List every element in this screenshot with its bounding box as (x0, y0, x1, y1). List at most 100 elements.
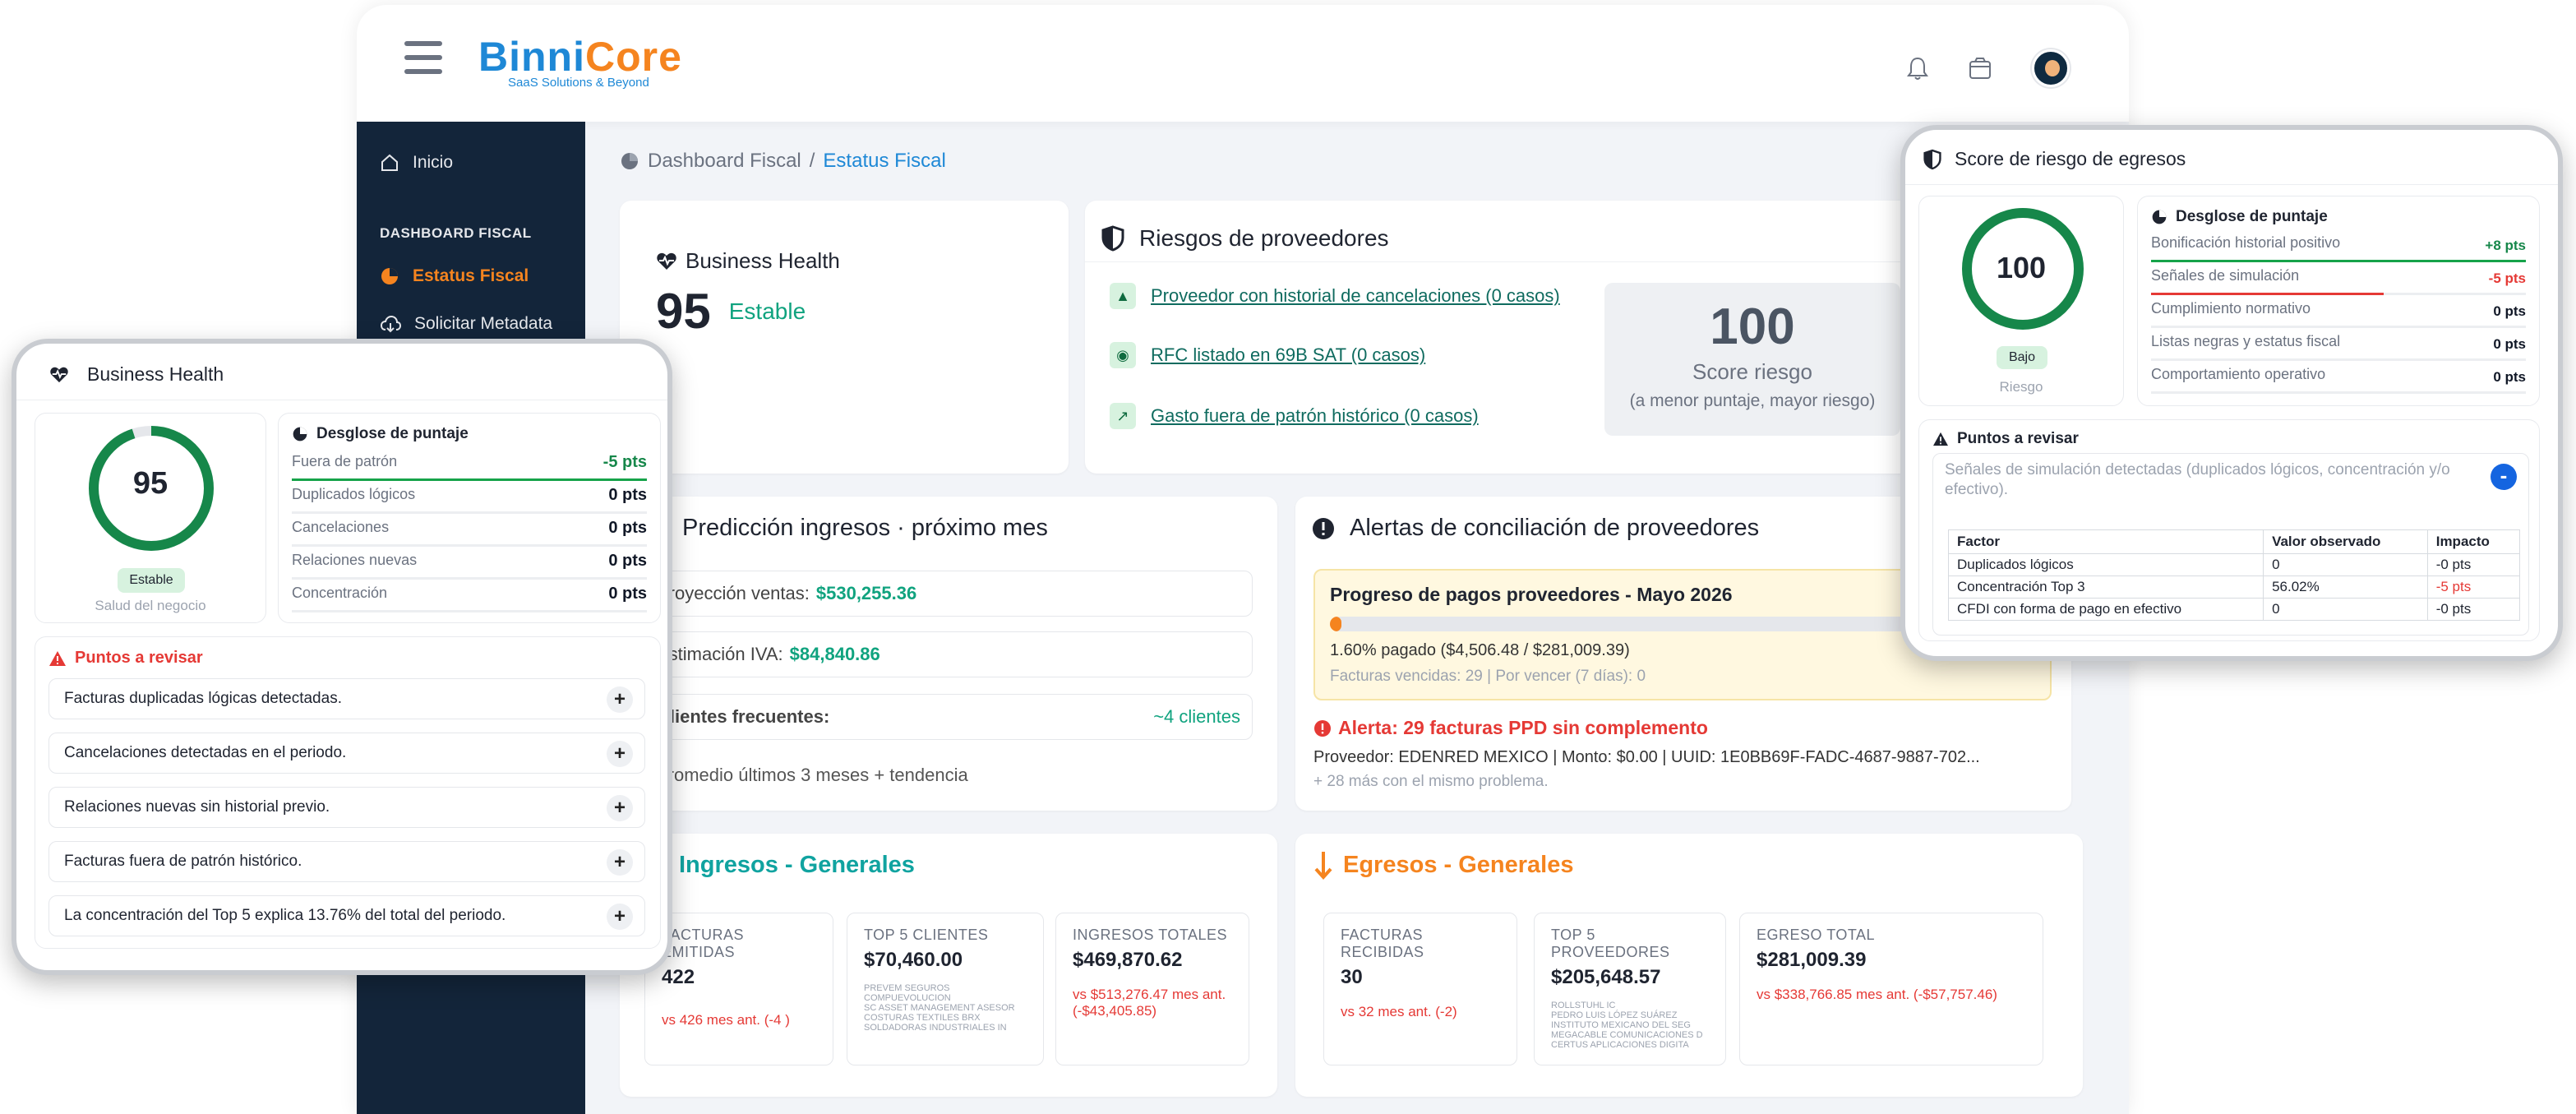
list-item: SOLDADORAS INDUSTRIALES IN (864, 1023, 1007, 1033)
table-cell: 0 (2263, 553, 2428, 576)
business-health-status: Estable (728, 298, 806, 324)
sidebar-item-label: Inicio (413, 153, 454, 172)
ppd-alert: Alerta: 29 facturas PPD sin complemento (1313, 717, 1708, 739)
brand-logo[interactable]: BinniCore SaaS Solutions & Beyond (478, 33, 682, 90)
alert-detail: Proveedor: EDENRED MEXICO | Monto: $0.00… (1313, 748, 1980, 766)
metric-value: $281,009.39 (1757, 949, 1867, 971)
risk-score-note: (a menor puntaje, mayor riesgo) (1629, 391, 1876, 410)
list-item: COMPUEVOLUCION (864, 993, 951, 1003)
facturas-recibidas-metric: FACTURAS RECIBIDAS 30 vs 32 mes ant. (-2… (1323, 913, 1517, 1065)
shield-icon (1101, 225, 1124, 252)
metric-label: EGRESO TOTAL (1757, 927, 1876, 943)
health-gauge-box: 95 Estable Salud del negocio (35, 413, 266, 623)
risk-score-value: 100 (1710, 298, 1795, 355)
breakdown-row: Relaciones nuevas 0 pts (292, 552, 647, 580)
list-item: ROLLSTUHL IC (1551, 1001, 1616, 1010)
review-item[interactable]: Cancelaciones detectadas en el periodo. + (48, 733, 645, 774)
metric-value: $205,648.57 (1551, 966, 1661, 988)
prediction-clientes-value: ~4 clientes (1153, 706, 1240, 727)
error-icon (1314, 719, 1331, 737)
egresos-heading: Egresos - Generales (1313, 850, 1573, 880)
plus-icon[interactable]: + (607, 849, 633, 876)
status-badge: Bajo (1997, 346, 2047, 369)
business-health-score: 95 (656, 284, 711, 339)
sidebar-item-solicitar-metadata[interactable]: Solicitar Metadata (380, 314, 552, 334)
list-item: CERTUS APLICACIONES DIGITA (1551, 1040, 1689, 1050)
home-icon (381, 154, 398, 171)
top-proveedores-metric: TOP 5 PROVEEDORES $205,648.57 ROLLSTUHL … (1534, 913, 1726, 1065)
risk-score-label: Score riesgo (1692, 359, 1812, 384)
metric-diff: vs $338,766.85 mes ant. (-$57,757.46) (1757, 987, 1997, 1002)
egreso-total-metric: EGRESO TOTAL $281,009.39 vs $338,766.85 … (1739, 913, 2043, 1065)
plus-icon[interactable]: + (607, 795, 633, 821)
cart-icon[interactable] (1968, 56, 1992, 81)
review-title: Puntos a revisar (75, 649, 203, 667)
prediction-iva-value: $84,840.86 (789, 644, 880, 664)
metric-diff: vs 32 mes ant. (-2) (1341, 1004, 1457, 1019)
review-expanded-item[interactable]: Señales de simulación detectadas (duplic… (1932, 453, 2529, 636)
health-review-box: Puntos a revisar Facturas duplicadas lóg… (35, 636, 661, 949)
menu-icon[interactable] (404, 41, 442, 74)
sidebar-item-estatus-fiscal[interactable]: Estatus Fiscal (380, 266, 529, 286)
risk-item-link[interactable]: Proveedor con historial de cancelaciones… (1151, 285, 1560, 307)
warning-icon (1933, 432, 1948, 446)
pie-chart-icon (621, 153, 638, 169)
plus-icon[interactable]: + (607, 686, 633, 713)
review-item-label: Cancelaciones detectadas en el periodo. (64, 744, 347, 761)
review-item[interactable]: Facturas duplicadas lógicas detectadas. + (48, 678, 645, 719)
risk-item[interactable]: ↗ Gasto fuera de patrón histórico (0 cas… (1110, 403, 1479, 429)
prediction-clientes-label: Clientes frecuentes: (657, 706, 830, 727)
review-heading: Puntos a revisar (1932, 430, 2079, 448)
table-row: Concentración Top 3 56.02% -5 pts (1947, 575, 2521, 599)
cloud-download-icon (380, 315, 401, 333)
breakdown-row: Cancelaciones 0 pts (292, 519, 647, 547)
breakdown-value: 0 pts (2493, 336, 2526, 352)
metric-value: 422 (662, 966, 695, 988)
business-health-card: Business Health 95 Estable (620, 201, 1069, 474)
list-item: COSTURAS TEXTILES BRX (864, 1013, 981, 1023)
alert-more: + 28 más con el mismo problema. (1313, 773, 1549, 790)
breadcrumb-root[interactable]: Dashboard Fiscal (648, 150, 801, 173)
table-cell: -5 pts (2426, 575, 2521, 599)
warning-icon: ▲ (1110, 283, 1136, 309)
review-item[interactable]: La concentración del Top 5 explica 13.76… (48, 895, 645, 936)
list-item: PEDRO LUIS LÓPEZ SUÁREZ (1551, 1010, 1678, 1020)
prediction-iva-label: Estimación IVA: (657, 644, 783, 664)
risk-item[interactable]: ▲ Proveedor con historial de cancelacion… (1110, 283, 1560, 309)
risk-item-link[interactable]: Gasto fuera de patrón histórico (0 casos… (1151, 405, 1479, 427)
review-title: Puntos a revisar (1957, 430, 2079, 447)
breakdown-row: Fuera de patrón -5 pts (292, 453, 647, 481)
metric-label: FACTURAS EMITIDAS (662, 927, 745, 960)
health-gauge-score: 95 (132, 466, 169, 501)
minus-icon[interactable]: - (2491, 464, 2517, 490)
list-item: INSTITUTO MEXICANO DEL SEG (1551, 1020, 1691, 1030)
breakdown-value: 0 pts (608, 552, 647, 570)
prediction-card: Predicción ingresos · próximo mes Proyec… (620, 497, 1277, 811)
metric-label: INGRESOS TOTALES (1073, 927, 1228, 943)
alerts-title: Alertas de conciliación de proveedores (1350, 515, 1760, 541)
bell-icon[interactable] (1907, 56, 1928, 81)
avatar[interactable] (2032, 49, 2070, 87)
review-item[interactable]: Facturas fuera de patrón histórico. + (48, 841, 645, 882)
review-item-label: Facturas fuera de patrón histórico. (64, 853, 302, 870)
review-item[interactable]: Relaciones nuevas sin historial previo. + (48, 787, 645, 828)
breadcrumb-current: Estatus Fiscal (823, 150, 946, 172)
breakdown-value: 0 pts (608, 519, 647, 537)
ingresos-totales-metric: INGRESOS TOTALES $469,870.62 vs $513,276… (1055, 913, 1249, 1065)
plus-icon[interactable]: + (607, 741, 633, 767)
sidebar-item-inicio[interactable]: Inicio (380, 153, 453, 173)
breakdown-value: +8 pts (2485, 238, 2526, 253)
table-cell: CFDI con forma de pago en efectivo (1947, 598, 2264, 621)
table-header: Factor (1947, 529, 2264, 554)
plus-icon[interactable]: + (607, 904, 633, 930)
top-clientes-list: PREVEM SEGUROS COMPUEVOLUCION SC ASSET M… (864, 983, 1027, 1033)
breakdown-track (2151, 293, 2526, 295)
metric-value: 30 (1341, 966, 1363, 988)
review-table: Factor Valor observado Impacto Duplicado… (1947, 529, 2521, 621)
risk-item[interactable]: ◉ RFC listado en 69B SAT (0 casos) (1110, 342, 1425, 368)
risk-item-link[interactable]: RFC listado en 69B SAT (0 casos) (1151, 344, 1425, 366)
heart-pulse-icon (657, 252, 676, 270)
prediction-ventas-row: Proyección ventas: $530,255.36 (644, 571, 1253, 617)
breakdown-value: -5 pts (2488, 270, 2526, 286)
breakdown-value: 0 pts (2493, 369, 2526, 385)
